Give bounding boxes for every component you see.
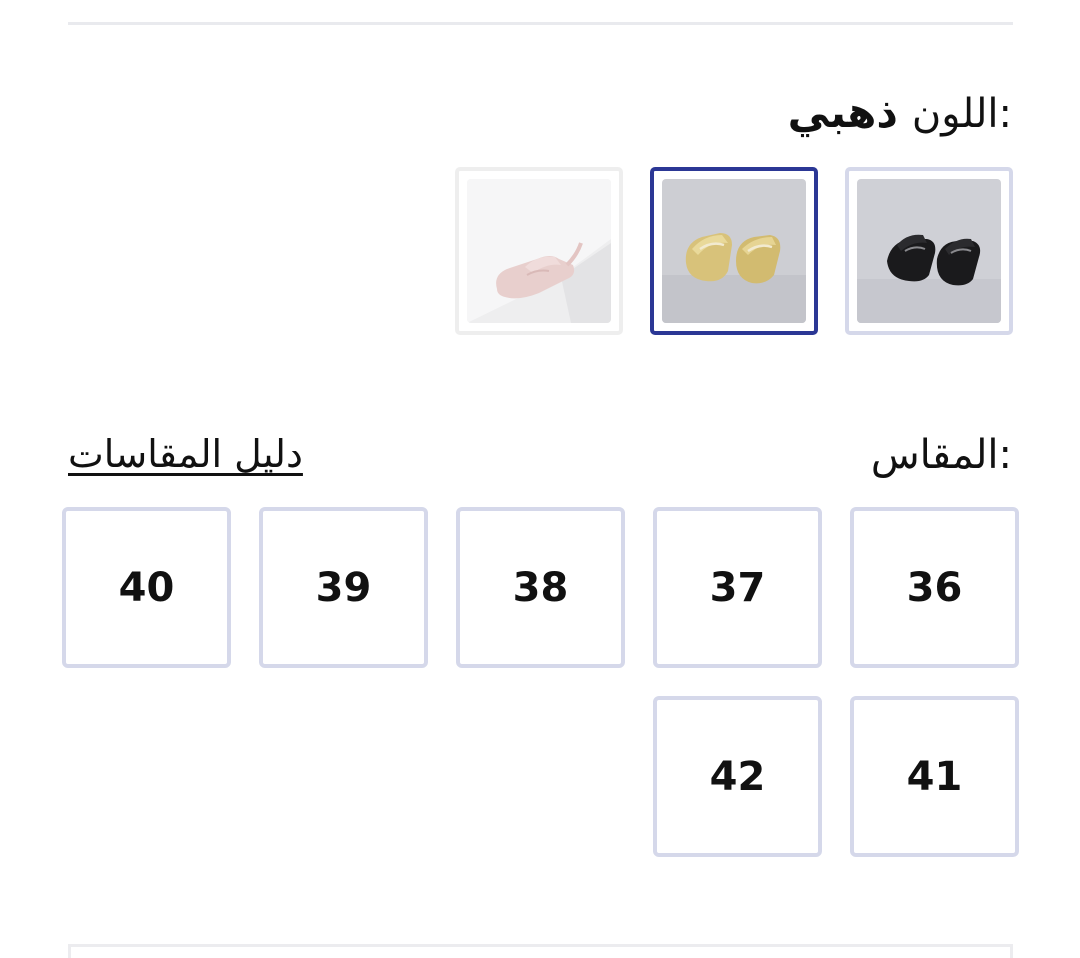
top-divider [68, 22, 1013, 25]
size-label: المقاس: [870, 432, 1012, 478]
size-option-39[interactable]: 39 [259, 507, 428, 668]
size-option-41[interactable]: 41 [850, 696, 1019, 857]
bottom-divider [68, 944, 1013, 958]
color-swatch-pink[interactable] [455, 167, 623, 335]
size-option-38[interactable]: 38 [456, 507, 625, 668]
size-option-36[interactable]: 36 [850, 507, 1019, 668]
color-label: اللون: [911, 91, 1012, 137]
size-guide-link[interactable]: دليل المقاسات [68, 432, 303, 476]
pink-slipper-image [467, 179, 611, 323]
color-heading: اللون: ذهبي [788, 88, 1012, 137]
black-slipper-image [857, 179, 1001, 323]
gold-slipper-image [662, 179, 806, 323]
size-option-40[interactable]: 40 [62, 507, 231, 668]
color-swatch-gold[interactable] [650, 167, 818, 335]
size-option-37[interactable]: 37 [653, 507, 822, 668]
color-swatch-black[interactable] [845, 167, 1013, 335]
color-selected-value: ذهبي [787, 88, 898, 137]
size-option-42[interactable]: 42 [653, 696, 822, 857]
